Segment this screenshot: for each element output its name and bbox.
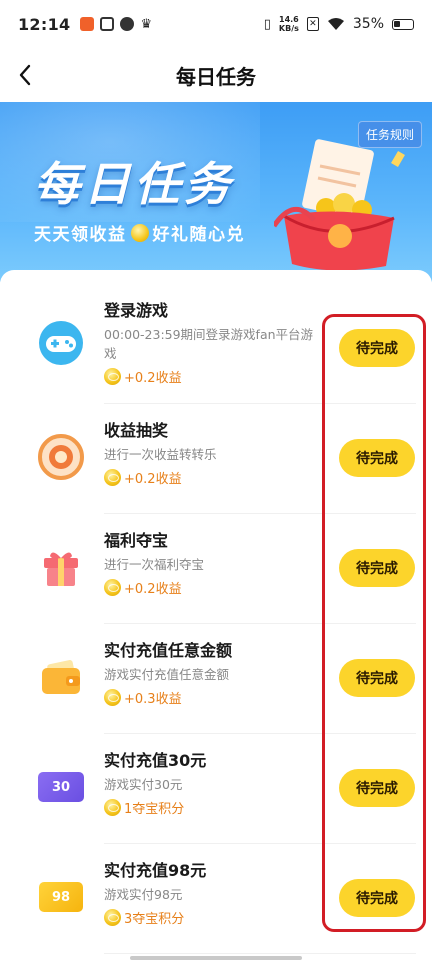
task-desc: 游戏实付30元 bbox=[104, 777, 183, 792]
task-row-recharge-30: 30 实付充值30元 游戏实付30元 1夺宝积分 待完成 bbox=[0, 734, 432, 844]
task-desc: 00:00-23:59期间登录游戏fan平台游戏 bbox=[104, 327, 314, 361]
battery-percent: 35% bbox=[352, 16, 384, 32]
nav-bar: 每日任务 bbox=[0, 48, 432, 102]
check-circle-icon bbox=[120, 17, 135, 31]
crown-icon: ♛ bbox=[140, 16, 153, 32]
task-title: 实付充值30元 bbox=[104, 751, 207, 770]
battery-icon bbox=[392, 18, 414, 30]
status-time: 12:14 bbox=[18, 14, 71, 34]
task-reward: 1夺宝积分 bbox=[104, 798, 318, 817]
back-button[interactable] bbox=[8, 58, 42, 92]
task-list: 登录游戏 00:00-23:59期间登录游戏fan平台游戏 +0.2收益 待完成… bbox=[0, 270, 432, 964]
calendar-icon bbox=[100, 17, 115, 31]
ticket-30-icon: 30 bbox=[32, 758, 90, 816]
spin-wheel-icon bbox=[32, 428, 90, 486]
task-title: 收益抽奖 bbox=[104, 421, 169, 440]
status-bar: 12:14 ♛ ▯ 14.6 KB/s ✕ 35% bbox=[0, 0, 432, 48]
coin-icon bbox=[104, 909, 121, 926]
task-status-button[interactable]: 待完成 bbox=[339, 659, 415, 697]
task-reward: +0.2收益 bbox=[104, 367, 318, 386]
task-desc: 游戏实付98元 bbox=[104, 887, 183, 902]
banner-title: 每日任务 bbox=[34, 157, 234, 211]
chevron-left-icon bbox=[19, 64, 31, 86]
task-status-button[interactable]: 待完成 bbox=[339, 879, 415, 917]
coin-icon bbox=[104, 689, 121, 706]
coin-icon bbox=[104, 579, 121, 596]
banner: 任务规则 每日任务 天天领收益 好礼随心兑 bbox=[0, 102, 432, 282]
task-reward: +0.2收益 bbox=[104, 578, 318, 597]
task-reward: 3夺宝积分 bbox=[104, 908, 318, 927]
task-reward: +0.3收益 bbox=[104, 688, 318, 707]
coin-icon bbox=[104, 469, 121, 486]
page-title: 每日任务 bbox=[176, 64, 256, 89]
task-title: 实付充值任意金额 bbox=[104, 641, 233, 660]
task-desc: 进行一次福利夺宝 bbox=[104, 557, 205, 572]
coin-icon bbox=[104, 368, 121, 385]
task-desc: 进行一次收益转转乐 bbox=[104, 447, 217, 462]
wallet-icon bbox=[32, 648, 90, 706]
red-envelope-illustration bbox=[274, 139, 405, 271]
banner-subtitle: 天天领收益 好礼随心兑 bbox=[34, 223, 245, 245]
task-row-recharge-any: 实付充值任意金额 游戏实付充值任意金额 +0.3收益 待完成 bbox=[0, 624, 432, 734]
coin-icon bbox=[104, 799, 121, 816]
gamepad-icon bbox=[32, 314, 90, 372]
task-reward: +0.2收益 bbox=[104, 468, 318, 487]
coin-icon bbox=[130, 223, 149, 242]
home-indicator[interactable] bbox=[130, 956, 302, 960]
gift-box-icon bbox=[32, 538, 90, 596]
task-row-recharge-98: 98 实付充值98元 游戏实付98元 3夺宝积分 待完成 bbox=[0, 844, 432, 954]
task-status-button[interactable]: 待完成 bbox=[339, 549, 415, 587]
task-row-login-game: 登录游戏 00:00-23:59期间登录游戏fan平台游戏 +0.2收益 待完成 bbox=[0, 294, 432, 404]
task-row-lottery: 收益抽奖 进行一次收益转转乐 +0.2收益 待完成 bbox=[0, 404, 432, 514]
no-sim-icon: ✕ bbox=[306, 17, 319, 31]
task-title: 福利夺宝 bbox=[104, 531, 169, 550]
task-desc: 游戏实付充值任意金额 bbox=[104, 667, 230, 682]
app-notification-icon bbox=[80, 17, 95, 31]
network-speed: 14.6 KB/s bbox=[278, 15, 299, 33]
task-status-button[interactable]: 待完成 bbox=[339, 329, 415, 367]
task-status-button[interactable]: 待完成 bbox=[339, 439, 415, 477]
task-row-treasure: 福利夺宝 进行一次福利夺宝 +0.2收益 待完成 bbox=[0, 514, 432, 624]
wifi-icon bbox=[327, 18, 344, 30]
ticket-98-icon: 98 bbox=[32, 868, 90, 926]
task-title: 登录游戏 bbox=[104, 301, 169, 320]
task-status-button[interactable]: 待完成 bbox=[339, 769, 415, 807]
vibrate-icon: ▯ bbox=[263, 16, 271, 32]
task-title: 实付充值98元 bbox=[104, 861, 207, 880]
